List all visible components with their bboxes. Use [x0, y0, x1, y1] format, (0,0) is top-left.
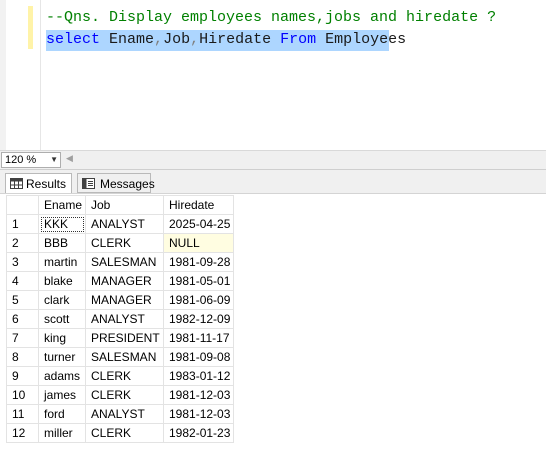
cell-hiredate[interactable]: 1981-09-08: [163, 347, 234, 367]
cell-ename[interactable]: BBB: [38, 233, 86, 253]
zoom-dropdown[interactable]: 120 % ▼: [1, 152, 61, 168]
column-job: Job: [163, 31, 191, 48]
results-grid-area: Ename Job Hiredate 1 KKK ANALYST 2025-04…: [0, 193, 546, 461]
cell-ename[interactable]: KKK: [38, 214, 86, 234]
row-number[interactable]: 3: [6, 252, 39, 272]
zoom-value: 120 %: [5, 154, 37, 166]
table-row[interactable]: 9 adams CLERK 1983-01-12: [6, 366, 234, 386]
comma-separator: ,: [154, 31, 164, 48]
cell-hiredate[interactable]: 1981-06-09: [163, 290, 234, 310]
table-row[interactable]: 3 martin SALESMAN 1981-09-28: [6, 252, 234, 272]
cell-ename[interactable]: ford: [38, 404, 86, 424]
cell-job[interactable]: ANALYST: [85, 309, 164, 329]
query-editor[interactable]: --Qns. Display employees names,jobs and …: [0, 0, 546, 150]
row-number[interactable]: 2: [6, 233, 39, 253]
grid-icon: [10, 178, 23, 189]
editor-gutter-divider: [40, 0, 41, 150]
cell-job[interactable]: PRESIDENT: [85, 328, 164, 348]
editor-status-bar: 120 % ▼ ◀: [0, 150, 546, 169]
cell-ename[interactable]: miller: [38, 423, 86, 443]
table-row[interactable]: 5 clark MANAGER 1981-06-09: [6, 290, 234, 310]
table-row[interactable]: 12 miller CLERK 1982-01-23: [6, 423, 234, 443]
row-number[interactable]: 9: [6, 366, 39, 386]
cell-hiredate[interactable]: 1981-12-03: [163, 385, 234, 405]
grid-corner[interactable]: [6, 195, 39, 215]
row-number[interactable]: 1: [6, 214, 39, 234]
cell-job[interactable]: CLERK: [85, 385, 164, 405]
table-row[interactable]: 7 king PRESIDENT 1981-11-17: [6, 328, 234, 348]
query-line[interactable]: select Ename,Job,Hiredate From Employees: [46, 30, 406, 50]
chevron-down-icon[interactable]: ▼: [50, 153, 58, 167]
column-header-ename[interactable]: Ename: [38, 195, 86, 215]
cell-job[interactable]: MANAGER: [85, 271, 164, 291]
tab-messages[interactable]: Messages: [77, 173, 155, 193]
tab-results-label: Results: [26, 177, 67, 191]
grid-header-row: Ename Job Hiredate: [6, 195, 234, 215]
row-number[interactable]: 10: [6, 385, 39, 405]
comment-line[interactable]: --Qns. Display employees names,jobs and …: [46, 8, 496, 28]
keyword-from: From: [280, 31, 317, 48]
cell-job[interactable]: MANAGER: [85, 290, 164, 310]
row-number[interactable]: 7: [6, 328, 39, 348]
column-header-hiredate[interactable]: Hiredate: [163, 195, 234, 215]
cell-hiredate[interactable]: 1983-01-12: [163, 366, 234, 386]
tab-results[interactable]: Results: [5, 173, 72, 193]
cell-ename[interactable]: blake: [38, 271, 86, 291]
table-name: Employees: [325, 31, 407, 48]
cell-job[interactable]: CLERK: [85, 366, 164, 386]
cell-ename[interactable]: turner: [38, 347, 86, 367]
messages-icon: [82, 178, 95, 189]
cell-hiredate[interactable]: 2025-04-25: [163, 214, 234, 234]
table-row[interactable]: 2 BBB CLERK NULL: [6, 233, 234, 253]
cell-job[interactable]: SALESMAN: [85, 347, 164, 367]
table-row[interactable]: 11 ford ANALYST 1981-12-03: [6, 404, 234, 424]
scroll-left-icon[interactable]: ◀: [66, 153, 73, 164]
results-grid[interactable]: Ename Job Hiredate 1 KKK ANALYST 2025-04…: [6, 195, 234, 443]
row-number[interactable]: 5: [6, 290, 39, 310]
table-row[interactable]: 10 james CLERK 1981-12-03: [6, 385, 234, 405]
row-number[interactable]: 8: [6, 347, 39, 367]
table-row[interactable]: 1 KKK ANALYST 2025-04-25: [6, 214, 234, 234]
column-header-job[interactable]: Job: [85, 195, 164, 215]
cell-ename[interactable]: adams: [38, 366, 86, 386]
comma-separator: ,: [190, 31, 200, 48]
cell-hiredate[interactable]: NULL: [163, 233, 234, 253]
row-number[interactable]: 11: [6, 404, 39, 424]
results-tab-strip: Results Messages: [0, 169, 546, 194]
cell-job[interactable]: CLERK: [85, 233, 164, 253]
cell-hiredate[interactable]: 1981-09-28: [163, 252, 234, 272]
tab-messages-label: Messages: [100, 177, 155, 191]
row-number[interactable]: 4: [6, 271, 39, 291]
column-hiredate: Hiredate: [199, 31, 272, 48]
cell-ename[interactable]: king: [38, 328, 86, 348]
editor-margin: [0, 0, 6, 150]
cell-hiredate[interactable]: 1981-11-17: [163, 328, 234, 348]
cell-hiredate[interactable]: 1981-05-01: [163, 271, 234, 291]
table-row[interactable]: 6 scott ANALYST 1982-12-09: [6, 309, 234, 329]
row-number[interactable]: 6: [6, 309, 39, 329]
column-ename: Ename: [109, 31, 155, 48]
cell-ename[interactable]: clark: [38, 290, 86, 310]
cell-job[interactable]: ANALYST: [85, 404, 164, 424]
cell-hiredate[interactable]: 1982-01-23: [163, 423, 234, 443]
cell-ename[interactable]: martin: [38, 252, 86, 272]
cell-job[interactable]: SALESMAN: [85, 252, 164, 272]
table-row[interactable]: 8 turner SALESMAN 1981-09-08: [6, 347, 234, 367]
row-number[interactable]: 12: [6, 423, 39, 443]
cell-ename[interactable]: scott: [38, 309, 86, 329]
table-row[interactable]: 4 blake MANAGER 1981-05-01: [6, 271, 234, 291]
cell-hiredate[interactable]: 1982-12-09: [163, 309, 234, 329]
change-tracking-bar: [28, 6, 33, 49]
cell-job[interactable]: CLERK: [85, 423, 164, 443]
keyword-select: select: [46, 31, 101, 48]
cell-ename[interactable]: james: [38, 385, 86, 405]
cell-hiredate[interactable]: 1981-12-03: [163, 404, 234, 424]
cell-job[interactable]: ANALYST: [85, 214, 164, 234]
